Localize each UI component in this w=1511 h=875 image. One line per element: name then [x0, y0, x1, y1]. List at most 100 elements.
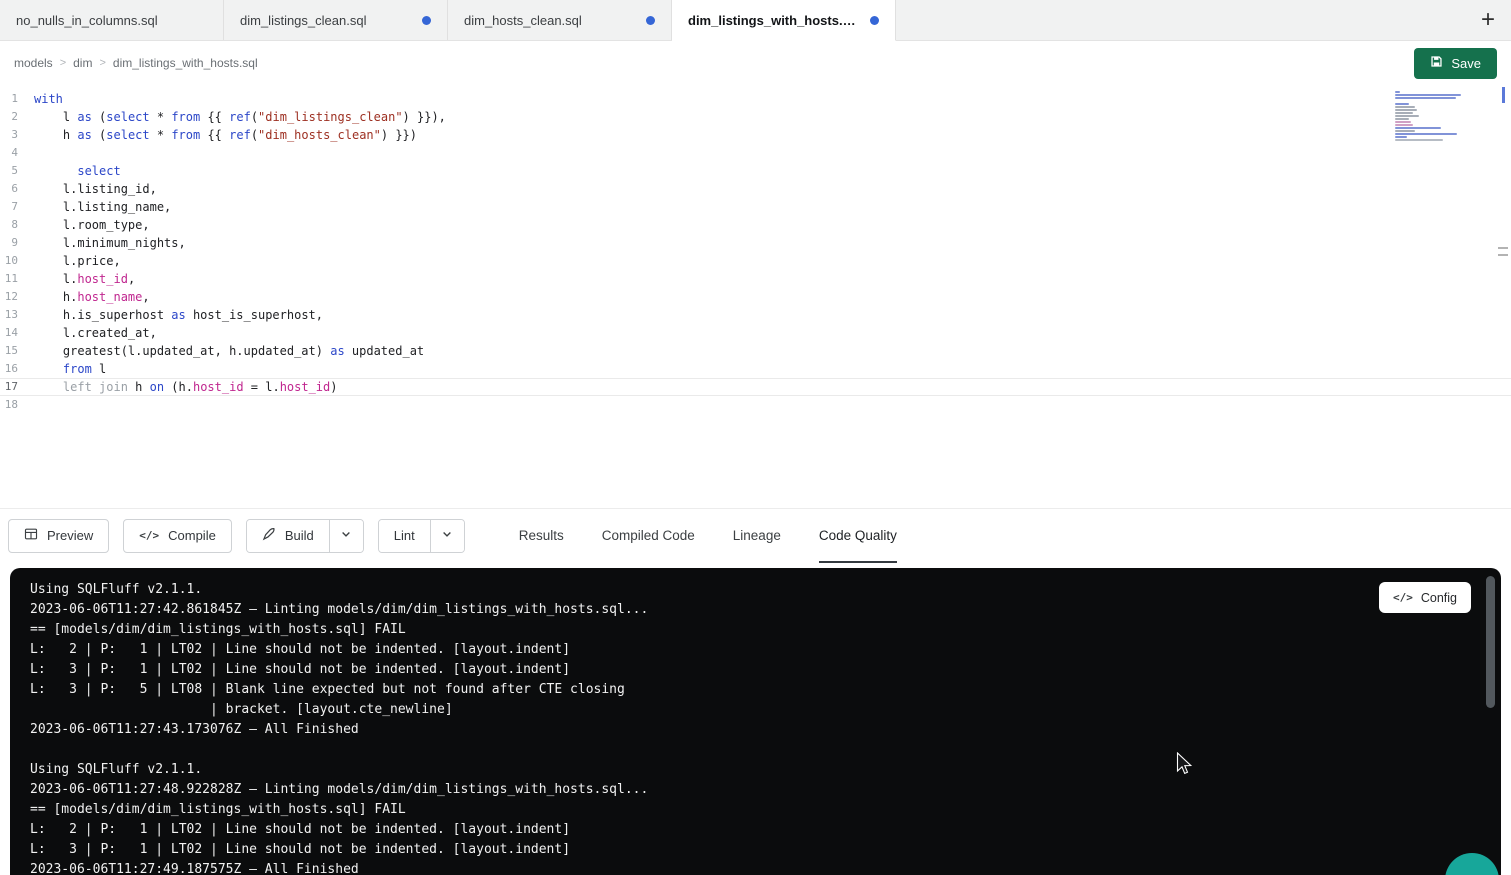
line-number: 18 — [0, 396, 34, 414]
terminal-scrollbar-thumb[interactable] — [1486, 576, 1495, 708]
chevron-down-icon — [340, 527, 352, 545]
editor-tab[interactable]: no_nulls_in_columns.sql — [0, 0, 224, 40]
panel-tab-code-quality[interactable]: Code Quality — [819, 509, 897, 563]
terminal-line: 2023-06-06T11:27:48.922828Z — Linting mo… — [30, 780, 1481, 800]
code-line[interactable]: 10 l.price, — [0, 252, 1511, 270]
terminal-line: 2023-06-06T11:27:43.173076Z — All Finish… — [30, 720, 1481, 740]
lint-config-button[interactable]: </> Config — [1379, 582, 1471, 613]
panel-tab-lineage[interactable]: Lineage — [733, 509, 781, 563]
code-text: l.listing_name, — [34, 198, 171, 216]
minimap-line — [1395, 94, 1461, 96]
breadcrumb-separator: > — [60, 57, 66, 69]
editor-tab[interactable]: dim_listings_with_hosts.sql — [672, 0, 896, 41]
code-line[interactable]: 14 l.created_at, — [0, 324, 1511, 342]
line-number: 11 — [0, 270, 34, 288]
build-split-button: Build — [246, 519, 364, 553]
code-line[interactable]: 16 from l — [0, 360, 1511, 378]
code-line[interactable]: 18 — [0, 396, 1511, 414]
minimap[interactable] — [1395, 91, 1467, 145]
overview-ruler-mark — [1498, 254, 1508, 256]
breadcrumb-item[interactable]: dim_listings_with_hosts.sql — [113, 56, 258, 70]
code-token: ( — [251, 128, 258, 142]
code-token: select — [77, 164, 120, 178]
build-button[interactable]: Build — [247, 520, 329, 552]
lint-dropdown-button[interactable] — [430, 520, 464, 552]
breadcrumb-item[interactable]: dim — [73, 56, 92, 70]
code-text: greatest(l.updated_at, h.updated_at) as … — [34, 342, 424, 360]
new-tab-button[interactable]: + — [1465, 0, 1511, 40]
breadcrumb-separator: > — [99, 57, 105, 69]
unsaved-changes-dot — [646, 16, 655, 25]
compile-button[interactable]: </> Compile — [123, 519, 232, 553]
code-line[interactable]: 7 l.listing_name, — [0, 198, 1511, 216]
code-line[interactable]: 11 l.host_id, — [0, 270, 1511, 288]
code-brackets-icon: </> — [1393, 591, 1413, 604]
code-token: host_name — [77, 290, 142, 304]
code-token: select — [106, 128, 149, 142]
code-line[interactable]: 15 greatest(l.updated_at, h.updated_at) … — [0, 342, 1511, 360]
save-button[interactable]: Save — [1414, 48, 1497, 79]
code-token: l.price, — [34, 254, 121, 268]
code-line[interactable]: 4 — [0, 144, 1511, 162]
code-line[interactable]: 8 l.room_type, — [0, 216, 1511, 234]
code-line[interactable]: 1with — [0, 90, 1511, 108]
lint-button[interactable]: Lint — [379, 520, 430, 552]
code-token: ( — [92, 110, 106, 124]
code-text: left join h on (h.host_id = l.host_id) — [34, 379, 338, 395]
code-line[interactable]: 6 l.listing_id, — [0, 180, 1511, 198]
save-button-label: Save — [1451, 56, 1481, 71]
ide-window: no_nulls_in_columns.sql dim_listings_clea… — [0, 0, 1511, 875]
file-header-bar: models > dim > dim_listings_with_hosts.sql S… — [0, 41, 1511, 85]
build-dropdown-button[interactable] — [329, 520, 363, 552]
line-number: 15 — [0, 342, 34, 360]
minimap-line — [1395, 127, 1441, 129]
code-token: from — [171, 110, 200, 124]
tab-label: no_nulls_in_columns.sql — [16, 13, 158, 28]
action-toolbar: Preview </> Compile Build — [0, 508, 1511, 562]
code-line[interactable]: 3 h as (select * from {{ ref("dim_hosts_… — [0, 126, 1511, 144]
code-token: * — [150, 110, 172, 124]
breadcrumb-item[interactable]: models — [14, 56, 53, 70]
minimap-line — [1395, 112, 1413, 114]
code-token: h.is_superhost — [34, 308, 171, 322]
editor-tab[interactable]: dim_listings_clean.sql — [224, 0, 448, 40]
panel-tab-compiled-code[interactable]: Compiled Code — [602, 509, 695, 563]
code-token: on — [150, 380, 164, 394]
code-token: (h. — [164, 380, 193, 394]
build-rocket-icon — [262, 527, 276, 544]
code-token: h. — [34, 290, 77, 304]
lint-button-label: Lint — [394, 528, 415, 543]
tab-label: dim_listings_with_hosts.sql — [688, 13, 860, 28]
terminal-output-panel[interactable]: Using SQLFluff v2.1.1.2023-06-06T11:27:4… — [10, 568, 1501, 875]
code-text: h.host_name, — [34, 288, 150, 306]
editor-tab[interactable]: dim_hosts_clean.sql — [448, 0, 672, 40]
code-token: * — [150, 128, 172, 142]
code-line[interactable]: 13 h.is_superhost as host_is_superhost, — [0, 306, 1511, 324]
code-line[interactable]: 9 l.minimum_nights, — [0, 234, 1511, 252]
minimap-line — [1395, 103, 1409, 105]
code-text: l as (select * from {{ ref("dim_listings… — [34, 108, 446, 126]
code-token: = l. — [244, 380, 280, 394]
code-editor[interactable]: 1with2 l as (select * from {{ ref("dim_l… — [0, 85, 1511, 508]
minimap-line — [1395, 97, 1456, 99]
line-number: 10 — [0, 252, 34, 270]
overview-ruler-cursor-mark — [1502, 87, 1505, 103]
build-button-label: Build — [285, 528, 314, 543]
breadcrumb: models > dim > dim_listings_with_hosts.sql — [14, 56, 258, 70]
code-line[interactable]: 2 l as (select * from {{ ref("dim_listin… — [0, 108, 1511, 126]
line-number: 1 — [0, 90, 34, 108]
code-line[interactable]: 12 h.host_name, — [0, 288, 1511, 306]
code-line[interactable]: 5 select — [0, 162, 1511, 180]
unsaved-changes-dot — [422, 16, 431, 25]
code-token: ref — [229, 128, 251, 142]
code-token: l.listing_name, — [34, 200, 171, 214]
code-line[interactable]: 17 left join h on (h.host_id = l.host_id… — [0, 378, 1511, 396]
preview-button[interactable]: Preview — [8, 519, 109, 553]
minimap-line — [1395, 133, 1457, 135]
code-token: h — [34, 128, 77, 142]
code-token: ref — [229, 110, 251, 124]
panel-tab-results[interactable]: Results — [519, 509, 564, 563]
minimap-line — [1395, 118, 1409, 120]
code-text: l.minimum_nights, — [34, 234, 186, 252]
terminal-lines: Using SQLFluff v2.1.1.2023-06-06T11:27:4… — [30, 580, 1481, 875]
